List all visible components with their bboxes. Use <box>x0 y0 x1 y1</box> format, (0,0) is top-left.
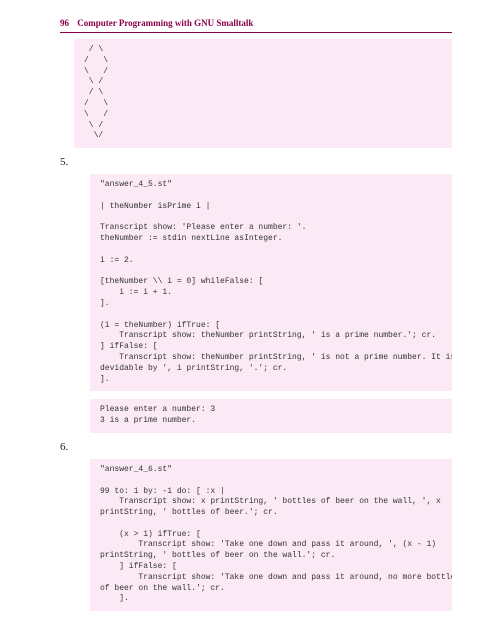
book-title: Computer Programming with GNU Smalltalk <box>77 18 253 28</box>
code-block-answer-4-5: "answer_4_5.st" | theNumber isPrime i | … <box>90 174 452 391</box>
page-container: 96 Computer Programming with GNU Smallta… <box>0 0 500 639</box>
code-block-answer-4-6: "answer_4_6.st" 99 to: 1 by: -1 do: [ :x… <box>90 459 452 611</box>
item-number-6: 6. <box>60 441 452 453</box>
item-number-5: 5. <box>60 156 452 168</box>
output-block-5: Please enter a number: 3 3 is a prime nu… <box>90 399 452 433</box>
running-header: 96 Computer Programming with GNU Smallta… <box>60 18 452 33</box>
diamond-art-block: / \ / \ \ / \ / / \ / \ \ / \ / \/ <box>74 39 452 148</box>
page-number: 96 <box>60 18 69 28</box>
